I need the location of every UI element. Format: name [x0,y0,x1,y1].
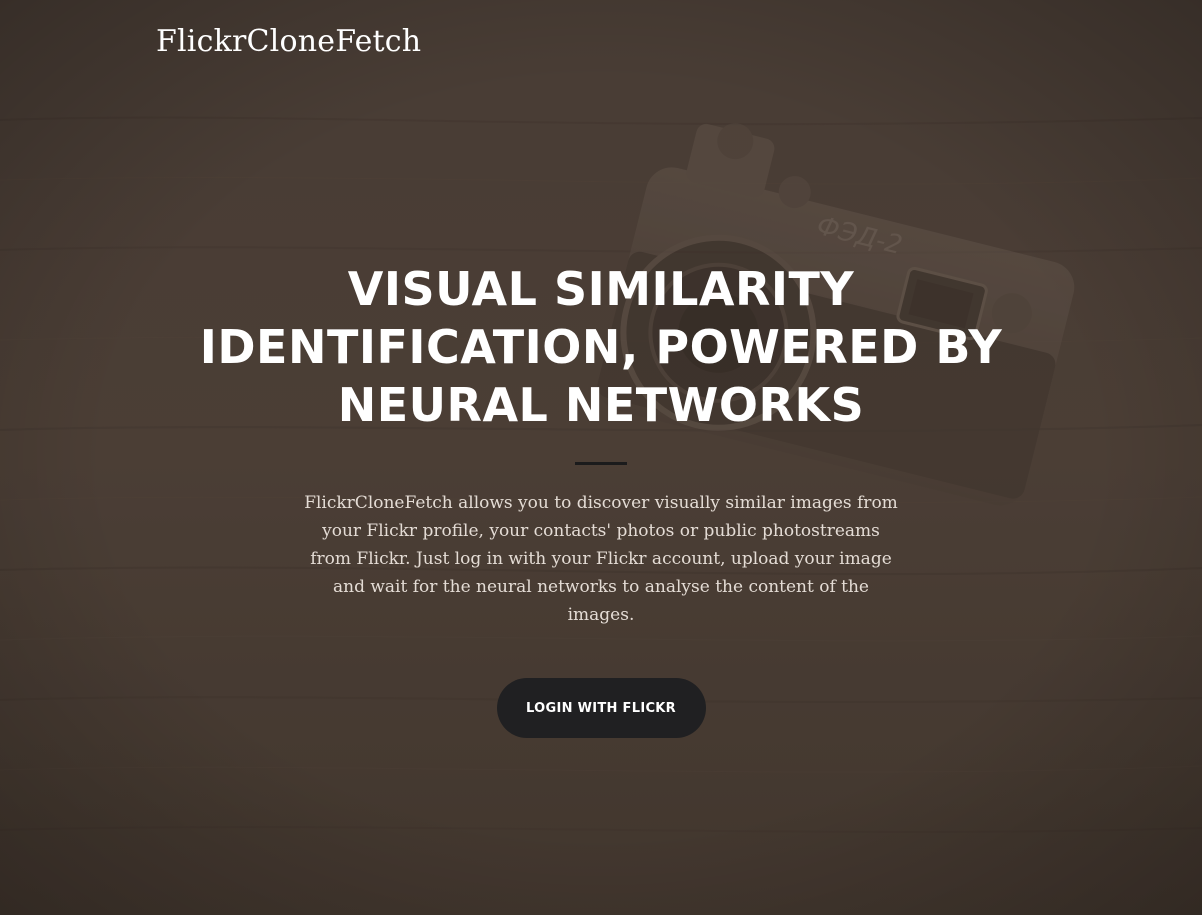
hero-section: VISUAL SIMILARITY IDENTIFICATION, POWERE… [0,260,1202,738]
hero-title: VISUAL SIMILARITY IDENTIFICATION, POWERE… [199,262,1003,432]
site-brand-logo[interactable]: FlickrCloneFetch [156,24,421,59]
login-with-flickr-button[interactable]: LOGIN WITH FLICKR [496,678,706,738]
hero-description: FlickrCloneFetch allows you to discover … [304,493,898,625]
title-divider [575,462,627,465]
